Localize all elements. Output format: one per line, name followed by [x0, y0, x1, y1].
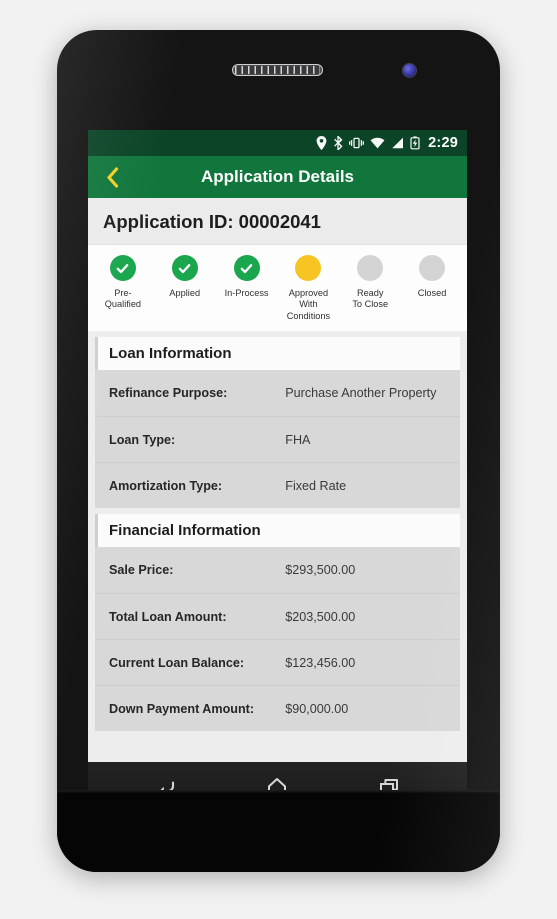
earpiece-speaker — [232, 64, 323, 76]
stepper-step[interactable]: Closed — [401, 255, 463, 322]
table-row: Down Payment Amount: $90,000.00 — [95, 685, 460, 731]
step-check-icon — [109, 255, 136, 281]
stepper-step[interactable]: In-Process — [216, 255, 278, 322]
front-camera-lens — [403, 64, 416, 77]
detail-value: $293,500.00 — [285, 563, 356, 578]
table-row: Amortization Type: Fixed Rate — [95, 462, 460, 508]
vibrate-icon — [349, 137, 365, 149]
detail-label: Down Payment Amount: — [109, 701, 255, 716]
step-dot-icon — [419, 255, 446, 281]
cell-signal-icon — [392, 137, 404, 149]
section-card: Financial Information Sale Price: $293,500… — [95, 514, 460, 732]
phone-device: 2:29 Application Details Application ID:… — [57, 30, 500, 872]
step-dot-icon — [295, 255, 322, 281]
detail-value: FHA — [285, 432, 311, 447]
detail-value: $90,000.00 — [285, 701, 349, 716]
stepper-step[interactable]: Applied — [154, 255, 216, 322]
table-row: Sale Price: $293,500.00 — [95, 547, 460, 593]
table-row: Refinance Purpose: Purchase Another Prope… — [95, 370, 460, 416]
progress-stepper: Pre- Qualified Applied In-Process Approved … — [88, 244, 467, 332]
section-title: Financial Information — [95, 514, 460, 548]
phone-chin — [57, 790, 500, 872]
app-bar: Application Details — [88, 156, 467, 198]
detail-value: Purchase Another Property — [285, 386, 437, 401]
back-chevron-icon — [106, 166, 118, 188]
step-dot-icon — [357, 255, 384, 281]
table-row: Loan Type: FHA — [95, 416, 460, 462]
android-status-bar: 2:29 — [88, 130, 467, 156]
phone-screen: 2:29 Application Details Application ID:… — [88, 130, 467, 762]
table-row: Total Loan Amount: $203,500.00 — [95, 593, 460, 639]
detail-label: Total Loan Amount: — [109, 609, 227, 624]
stepper-step-label: Approved With Conditions — [286, 288, 331, 321]
detail-label: Refinance Purpose: — [109, 386, 228, 401]
stepper-step-label: Ready To Close — [352, 288, 389, 310]
stepper-step[interactable]: Pre- Qualified — [92, 255, 154, 322]
step-check-icon — [233, 255, 260, 281]
battery-icon — [410, 136, 420, 150]
stepper-step-label: Closed — [417, 288, 447, 298]
section-card: Loan Information Refinance Purpose: Purcha… — [95, 337, 460, 509]
detail-value: $123,456.00 — [285, 655, 356, 670]
detail-label: Sale Price: — [109, 563, 174, 578]
detail-row-group: Refinance Purpose: Purchase Another Prope… — [95, 370, 460, 509]
detail-sections: Loan Information Refinance Purpose: Purcha… — [88, 337, 467, 732]
step-check-icon — [171, 255, 198, 281]
stepper-step[interactable]: Approved With Conditions — [277, 255, 339, 322]
application-id: Application ID: 00002041 — [88, 198, 467, 244]
table-row: Current Loan Balance: $123,456.00 — [95, 639, 460, 685]
wifi-icon — [370, 137, 385, 149]
content-scroll-area[interactable]: Application ID: 00002041 Pre- Qualified A… — [88, 198, 467, 762]
stepper-step-label: In-Process — [224, 288, 269, 298]
stepper-step-label: Applied — [169, 288, 201, 298]
stepper-step[interactable]: Ready To Close — [339, 255, 401, 322]
bluetooth-icon — [334, 136, 343, 150]
page-title: Application Details — [200, 167, 355, 186]
location-icon — [316, 136, 327, 150]
detail-row-group: Sale Price: $293,500.00 Total Loan Amount:… — [95, 547, 460, 732]
detail-label: Current Loan Balance: — [109, 655, 245, 670]
section-title: Loan Information — [95, 337, 460, 371]
detail-value: $203,500.00 — [285, 609, 356, 624]
back-button[interactable] — [88, 156, 136, 198]
detail-label: Amortization Type: — [109, 478, 223, 493]
detail-value: Fixed Rate — [285, 478, 347, 493]
detail-label: Loan Type: — [109, 432, 176, 447]
stepper-step-label: Pre- Qualified — [104, 288, 142, 310]
status-bar-clock: 2:29 — [428, 135, 458, 151]
